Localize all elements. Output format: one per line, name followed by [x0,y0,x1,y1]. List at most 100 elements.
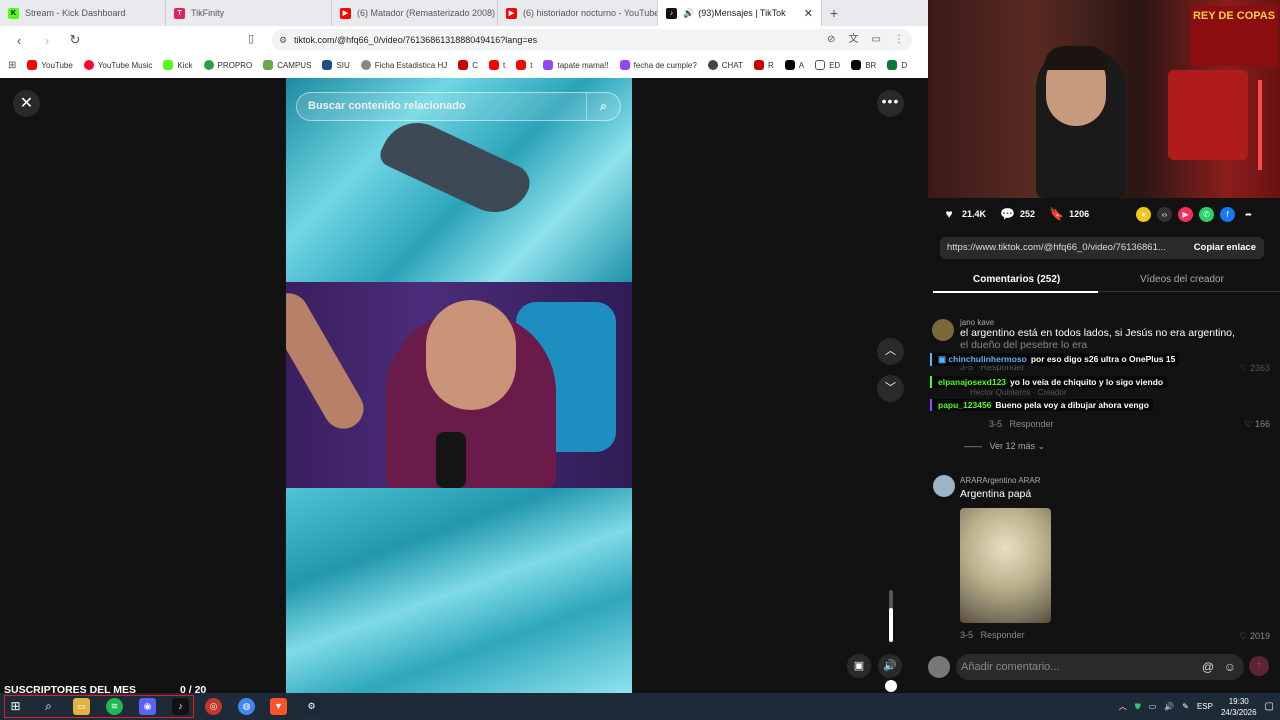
url-field[interactable]: ⚙ tiktok.com/@hfq66_0/video/761368613188… [272,29,912,51]
bookmark-item[interactable]: A [784,60,804,70]
reply-button[interactable]: Responder [1010,419,1054,429]
video-link-field[interactable]: https://www.tiktok.com/@hfq66_0/video/76… [940,237,1264,259]
bookmark-icon[interactable]: 🔖 [1049,207,1064,221]
file-explorer-icon[interactable]: ▭ [73,698,90,715]
no-tracking-icon[interactable]: ⊘ [827,29,835,51]
close-icon[interactable]: ✕ [13,90,40,117]
search-icon[interactable]: ⌕ [586,93,620,120]
bookmark-item[interactable]: CAMPUS [263,60,311,70]
comment-text: el dueño del pesebre lo era [960,339,1088,351]
shield-icon[interactable]: ⛊ [1135,702,1141,712]
clock[interactable]: 19:30 24/3/2026 [1221,696,1257,718]
bookmark-item[interactable]: PROPRO [203,60,252,70]
bookmark-item[interactable]: YouTube [27,60,73,70]
reply-likes[interactable]: ♡ 166 [1244,419,1270,430]
tiktok-icon[interactable]: ♪ [172,698,189,715]
facebook-icon[interactable]: f [1220,207,1235,222]
send-icon[interactable]: ▶ [1178,207,1193,222]
bookmark-item[interactable]: t [516,60,532,70]
share-buttons: ● ‹› ▶ ✆ f ➦ [1136,207,1256,222]
volume-slider[interactable] [889,590,893,642]
bookmark-item[interactable]: Ficha Estadistica HJ [360,60,447,70]
bookmark-item[interactable]: Kick [163,60,193,70]
embed-icon[interactable]: ‹› [1157,207,1172,222]
steam-icon[interactable]: ⚙ [303,698,320,715]
whatsapp-icon[interactable]: ✆ [1199,207,1214,222]
apps-grid-icon[interactable]: ⊞ [8,60,16,71]
tab-matador[interactable]: ▶ (6) Matador (Remasterizado 2008) - Y [332,0,498,26]
new-tab-button[interactable]: + [822,0,846,26]
comment-text: el argentino está en todos lados, si Jes… [960,327,1235,339]
windows-start-icon[interactable]: ⊞ [7,698,24,715]
bookmark-item[interactable]: SIU [322,60,350,70]
tab-creator-videos[interactable]: Vídeos del creador [1140,274,1224,285]
bookmark-item[interactable]: t [489,60,505,70]
bookmark-label: CHAT [721,60,743,70]
mention-icon[interactable]: @ [1202,654,1214,680]
bookmark-item[interactable]: YouTube Music [83,60,152,70]
coin-icon[interactable]: ● [1136,207,1151,222]
network-icon[interactable]: ▭ [1149,702,1157,711]
bookmark-item[interactable]: fecha de cumple? [619,60,697,70]
avatar[interactable] [932,319,954,341]
bookmark-item[interactable]: D [887,60,907,70]
heart-icon[interactable]: ♥ [942,207,956,221]
comment-username[interactable]: jano kave [960,318,1235,327]
comment-icon[interactable]: 💬 [1000,207,1015,221]
bookmark-page-icon[interactable]: ▯ [248,32,254,45]
comment-image[interactable] [960,508,1051,623]
spotify-icon[interactable]: ≋ [106,698,123,715]
more-options-icon[interactable]: ••• [877,90,904,117]
previous-video-button[interactable]: ︿ [877,338,904,365]
app-icon[interactable]: ◎ [205,698,222,715]
tab-tikfinity[interactable]: T TikFinity [166,0,332,26]
view-more-replies[interactable]: —— Ver 12 más ⌄ [964,441,1045,452]
next-video-button[interactable]: ﹀ [877,375,904,402]
bookmark-item[interactable]: CHAT [707,60,743,70]
notifications-icon[interactable]: ▢ [1265,701,1274,712]
back-icon[interactable]: ‹ [10,33,28,48]
speaker-icon[interactable]: 🔊 [1164,702,1174,711]
comment-likes[interactable]: ♡ 2363 [1239,363,1270,374]
pen-icon[interactable]: ✎ [1182,702,1189,711]
copy-link-button[interactable]: Copiar enlace [1187,237,1256,259]
related-search-input[interactable]: Buscar contenido relacionado ⌕ [296,92,621,121]
bookmark-item[interactable]: BR [851,60,876,70]
close-tab-icon[interactable]: ✕ [804,7,813,20]
discord-icon[interactable]: ◉ [139,698,156,715]
avatar [928,656,950,678]
bookmark-item[interactable]: C [458,60,478,70]
tab-comments[interactable]: Comentarios (252) [973,274,1060,285]
reply-username[interactable]: Hector Quinteros · Creador [970,388,1066,397]
translate-icon[interactable]: 文 [849,29,859,51]
cast-icon[interactable]: ▭ [872,29,881,51]
reload-icon[interactable]: ↻ [66,32,84,48]
bookmark-icon [887,60,898,70]
comment-username[interactable]: ARARArgentino ARAR [960,476,1040,485]
bookmark-item[interactable]: R [753,60,774,70]
tab-kick[interactable]: K Stream - Kick Dashboard [0,0,166,26]
extension-icon[interactable]: ⋮ [894,29,904,51]
brave-icon[interactable]: ▼ [270,698,287,715]
comment-likes[interactable]: ♡ 2019 [1239,631,1270,642]
bookmark-item[interactable]: ED [815,60,840,70]
tab-tiktok[interactable]: ♪ 🔊 (93)Mensajes | TikTok ✕ [658,0,822,26]
send-comment-button[interactable]: ↑ [1249,656,1269,676]
language-indicator[interactable]: ESP [1197,702,1213,711]
chevron-up-icon[interactable]: ︿ [1119,701,1127,712]
avatar[interactable] [933,475,955,497]
tab-historiador[interactable]: ▶ (6) historiador nocturno - YouTube [498,0,658,26]
comment-input[interactable]: Añadir comentario... @ ☺ [956,654,1244,680]
bookmark-item[interactable]: tapate mama!! [543,60,609,70]
volume-knob[interactable] [885,680,897,693]
chrome-icon[interactable]: ◍ [238,698,255,715]
emoji-icon[interactable]: ☺ [1224,654,1236,680]
volume-icon[interactable]: 🔊 [878,654,902,678]
share-icon[interactable]: ➦ [1241,207,1256,222]
site-info-icon[interactable]: ⚙ [279,29,287,51]
reply-button[interactable]: Responder [981,630,1025,640]
mini-player-icon[interactable]: ▣ [847,654,871,678]
video-player[interactable] [286,78,632,693]
search-icon[interactable]: ⌕ [40,698,57,715]
forward-icon[interactable]: › [38,33,56,48]
